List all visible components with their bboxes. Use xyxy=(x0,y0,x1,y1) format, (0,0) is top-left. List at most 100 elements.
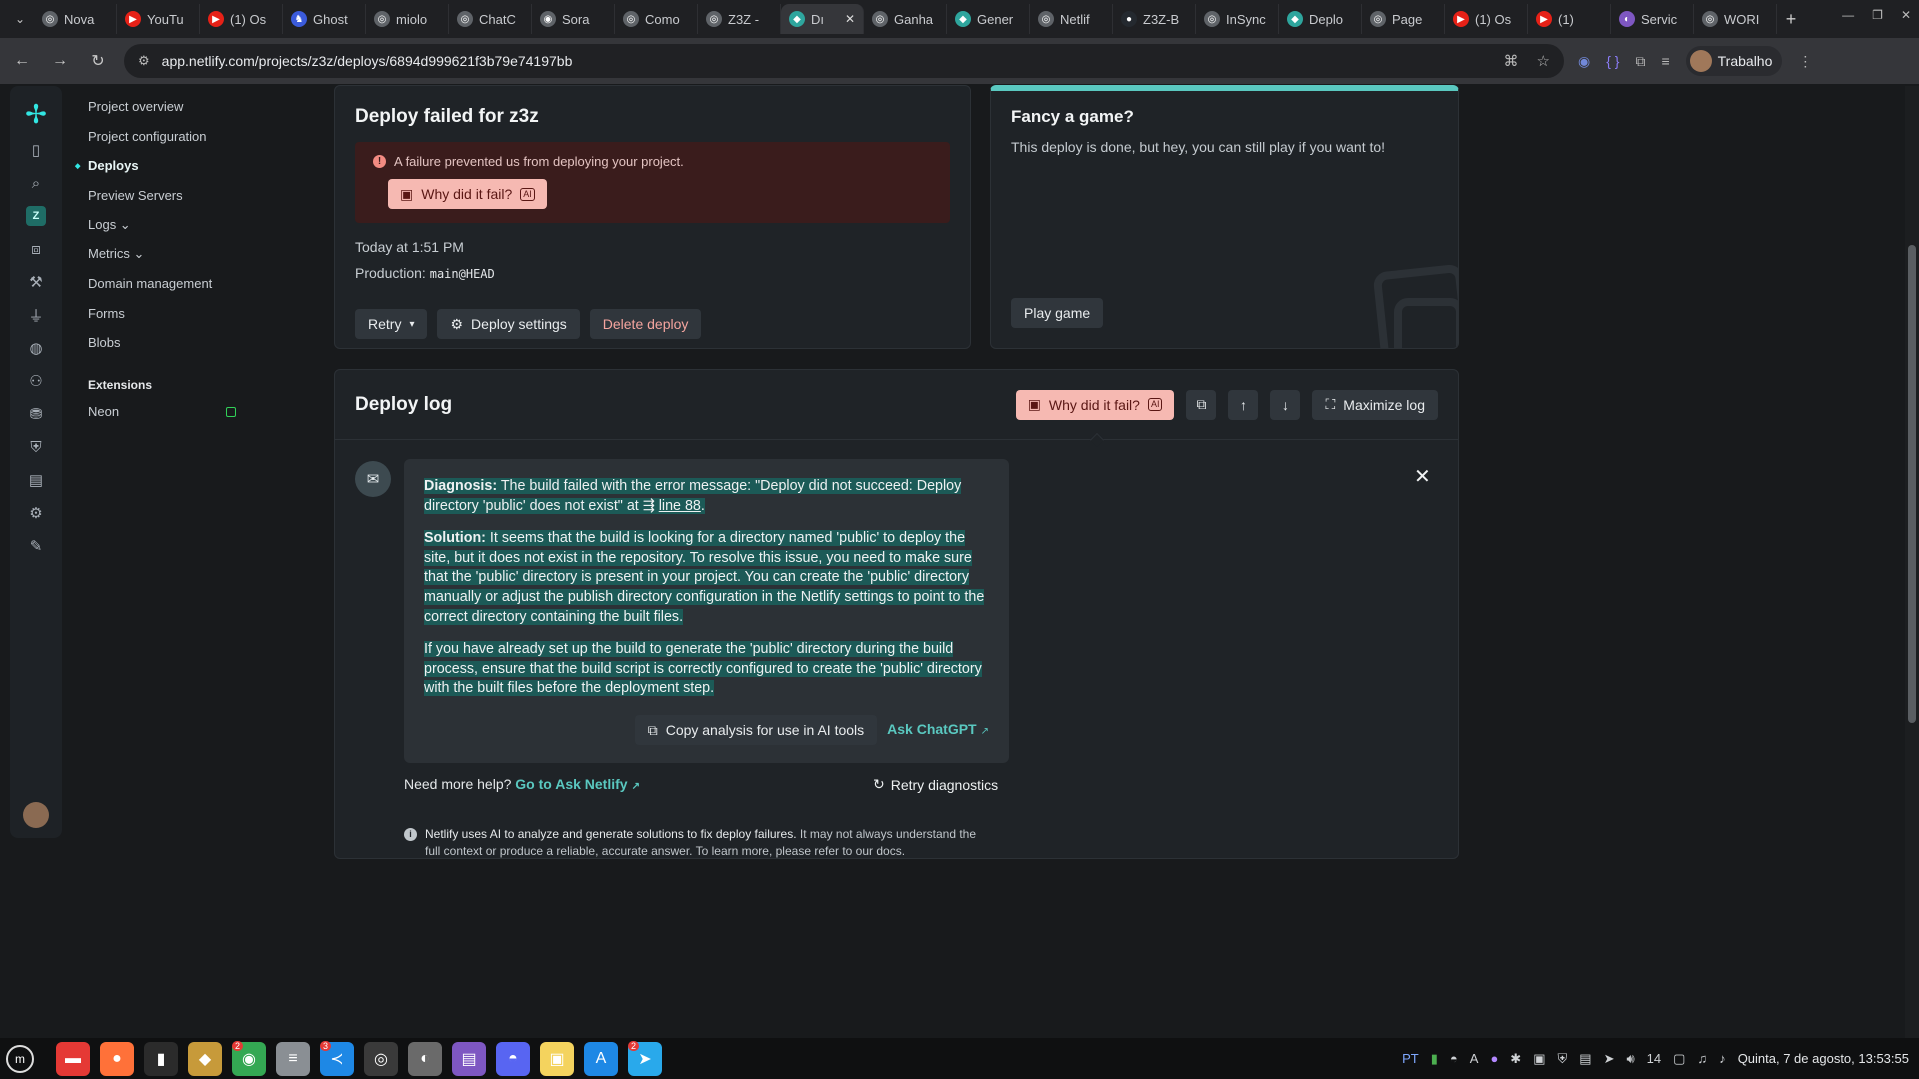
sidebar-item[interactable]: Preview Servers xyxy=(78,181,238,211)
close-tab-icon[interactable]: ✕ xyxy=(845,12,855,26)
volume-icon[interactable]: 🔊︎ xyxy=(1626,1051,1634,1067)
members-icon[interactable]: ⚇ xyxy=(20,365,52,397)
music-icon[interactable]: ♪ xyxy=(1719,1051,1726,1066)
sidebar-item[interactable]: Domain management xyxy=(78,269,238,299)
font-tray-icon[interactable]: A xyxy=(1470,1051,1479,1066)
telegram-tray-icon[interactable]: ➤ xyxy=(1604,1051,1615,1067)
app-launcher-icon[interactable]: m xyxy=(6,1044,34,1073)
media-control-icon[interactable]: ≡ xyxy=(1661,53,1669,69)
integrations-icon[interactable]: ⏚ xyxy=(20,299,52,331)
notes-tray-icon[interactable]: ▤ xyxy=(1579,1051,1591,1067)
reload-icon[interactable]: ↻ xyxy=(86,49,110,73)
browser-tab[interactable]: ◎ Page xyxy=(1362,4,1445,34)
translate-icon[interactable]: ⌘ xyxy=(1504,52,1519,70)
telegram-icon[interactable]: ➤ 2 xyxy=(628,1040,662,1076)
browser-tab[interactable]: ◎ Netlif xyxy=(1030,4,1113,34)
close-window-icon[interactable]: ✕ xyxy=(1901,8,1911,22)
browser-tab[interactable]: ◆ Gener xyxy=(947,4,1030,34)
sidebar-item[interactable]: Project configuration xyxy=(78,122,238,152)
search-icon[interactable]: ⌕ xyxy=(20,167,52,199)
play-game-button[interactable]: Play game xyxy=(1011,298,1104,328)
sidebar-toggle-icon[interactable]: ▯ xyxy=(20,134,52,166)
sidebar-item[interactable]: Deploys xyxy=(75,151,238,181)
scroll-top-arrow-icon[interactable]: ↑ xyxy=(1228,389,1259,420)
edit-pen-icon[interactable]: ✎ xyxy=(20,530,52,562)
notification-bell-icon[interactable]: ♫ xyxy=(1697,1051,1707,1066)
logs-icon[interactable]: ▤ xyxy=(20,464,52,496)
copy-log-icon[interactable]: ⧉ xyxy=(1186,389,1217,420)
puzzle-extensions-icon[interactable]: ⧉ xyxy=(1635,53,1645,70)
delete-deploy-button[interactable]: Delete deploy xyxy=(589,309,702,339)
back-icon[interactable]: ← xyxy=(10,49,34,73)
bluetooth-icon[interactable]: ✱ xyxy=(1510,1051,1521,1067)
browser-menu-icon[interactable]: ⋮ xyxy=(1798,53,1812,70)
browser-tab[interactable]: ◆ Dı ✕ xyxy=(781,4,864,34)
mixer-icon[interactable]: ≡ xyxy=(276,1041,310,1076)
inkscape-icon[interactable]: ◐ xyxy=(408,1041,442,1076)
screenshot-icon[interactable]: ▢ xyxy=(1673,1051,1685,1067)
why-did-it-fail-button[interactable]: ▣ Why did it fail? AI xyxy=(388,179,547,209)
clipboard-icon[interactable]: ▣ xyxy=(1533,1051,1545,1067)
user-avatar[interactable] xyxy=(23,802,49,828)
clock[interactable]: Quinta, 7 de agosto, 13:53:55 xyxy=(1738,1051,1909,1066)
browser-tab[interactable]: ◎ Z3Z - xyxy=(698,4,781,34)
discord-tray-icon[interactable]: ◓ xyxy=(1450,1051,1458,1066)
sticky-icon[interactable]: ▣ xyxy=(540,1041,574,1076)
team-switcher[interactable]: Z xyxy=(20,200,52,232)
billing-icon[interactable]: ⛃ xyxy=(20,398,52,430)
discord-ext-icon[interactable]: ◉ xyxy=(1578,53,1590,70)
deploy-settings-button[interactable]: ⚙ Deploy settings xyxy=(437,309,580,339)
restore-icon[interactable]: ❐ xyxy=(1872,8,1883,22)
browser-tab[interactable]: ▶ (1) Os xyxy=(1445,4,1528,34)
sidebar-item[interactable]: Forms xyxy=(78,299,238,329)
firefox-tray-icon[interactable]: ● xyxy=(1490,1051,1498,1066)
browser-tab[interactable]: ▶ (1) xyxy=(1528,4,1611,34)
profile-button[interactable]: Trabalho xyxy=(1685,46,1783,76)
browser-tab[interactable]: ◎ Nova xyxy=(34,4,117,34)
retry-diagnostics-button[interactable]: ↻ Retry diagnostics xyxy=(873,776,998,793)
scroll-bottom-arrow-icon[interactable]: ↓ xyxy=(1270,389,1301,420)
ask-netlify-link[interactable]: Go to Ask Netlify ↗ xyxy=(515,776,640,792)
scrollbar-thumb[interactable] xyxy=(1908,245,1916,723)
braces-ext-icon[interactable]: { } xyxy=(1606,53,1619,69)
browser-tab[interactable]: ◎ ChatC xyxy=(449,4,532,34)
chrome-icon[interactable]: ◉ 2 xyxy=(232,1040,266,1076)
sidebar-item[interactable]: Project overview xyxy=(78,92,238,122)
fonts-icon[interactable]: A xyxy=(584,1041,618,1076)
builds-icon[interactable]: ⚒ xyxy=(20,266,52,298)
browser-tab[interactable]: ◎ Ganha xyxy=(864,4,947,34)
browser-tab[interactable]: ▶ (1) Os xyxy=(200,4,283,34)
sidebar-item[interactable]: Blobs xyxy=(78,328,238,358)
browser-tab[interactable]: ◎ WORI xyxy=(1694,4,1777,34)
security-shield-icon[interactable]: ⛨ xyxy=(20,431,52,463)
forward-icon[interactable]: → xyxy=(48,49,72,73)
ask-chatgpt-link[interactable]: Ask ChatGPT ↗ xyxy=(887,721,989,739)
battery-icon[interactable]: ▮ xyxy=(1431,1051,1438,1067)
notes-icon[interactable]: ▤ xyxy=(452,1041,486,1076)
sidebar-item-neon[interactable]: Neon xyxy=(78,398,238,426)
netlify-logo-icon[interactable]: ✢ xyxy=(20,95,52,133)
address-bar[interactable]: ⚙ app.netlify.com/projects/z3z/deploys/6… xyxy=(124,44,1564,78)
files-icon[interactable]: ▬ xyxy=(56,1041,90,1076)
keyboard-layout[interactable]: PT xyxy=(1402,1051,1419,1066)
browser-tab[interactable]: ● Z3Z-B xyxy=(1113,4,1196,34)
gimp-icon[interactable]: ◆ xyxy=(188,1041,222,1076)
vscode-icon[interactable]: ≺ 3 xyxy=(320,1040,354,1076)
domains-icon[interactable]: ◍ xyxy=(20,332,52,364)
retry-dropdown-button[interactable]: Retry ▾ xyxy=(355,309,428,339)
terminal-icon[interactable]: ▮ xyxy=(144,1041,178,1076)
obs-icon[interactable]: ◎ xyxy=(364,1041,398,1076)
copy-analysis-button[interactable]: ⧉ Copy analysis for use in AI tools xyxy=(634,715,878,745)
sidebar-item[interactable]: Logs ⌄ xyxy=(78,210,238,240)
minimize-icon[interactable]: — xyxy=(1842,8,1854,22)
line-link[interactable]: line 88 xyxy=(659,498,701,514)
discord-icon[interactable]: ◓ xyxy=(496,1041,530,1076)
browser-tab[interactable]: ♞ Ghost xyxy=(283,4,366,34)
firefox-icon[interactable]: ● xyxy=(100,1041,134,1076)
maximize-log-button[interactable]: ⛶ Maximize log xyxy=(1312,389,1438,420)
settings-gear-icon[interactable]: ⚙ xyxy=(20,497,52,529)
sidebar-item[interactable]: Metrics ⌄ xyxy=(78,240,238,270)
browser-tab[interactable]: ◉ Sora xyxy=(532,4,615,34)
browser-tab[interactable]: ◆ Deplo xyxy=(1279,4,1362,34)
projects-icon[interactable]: ⧈ xyxy=(20,233,52,265)
